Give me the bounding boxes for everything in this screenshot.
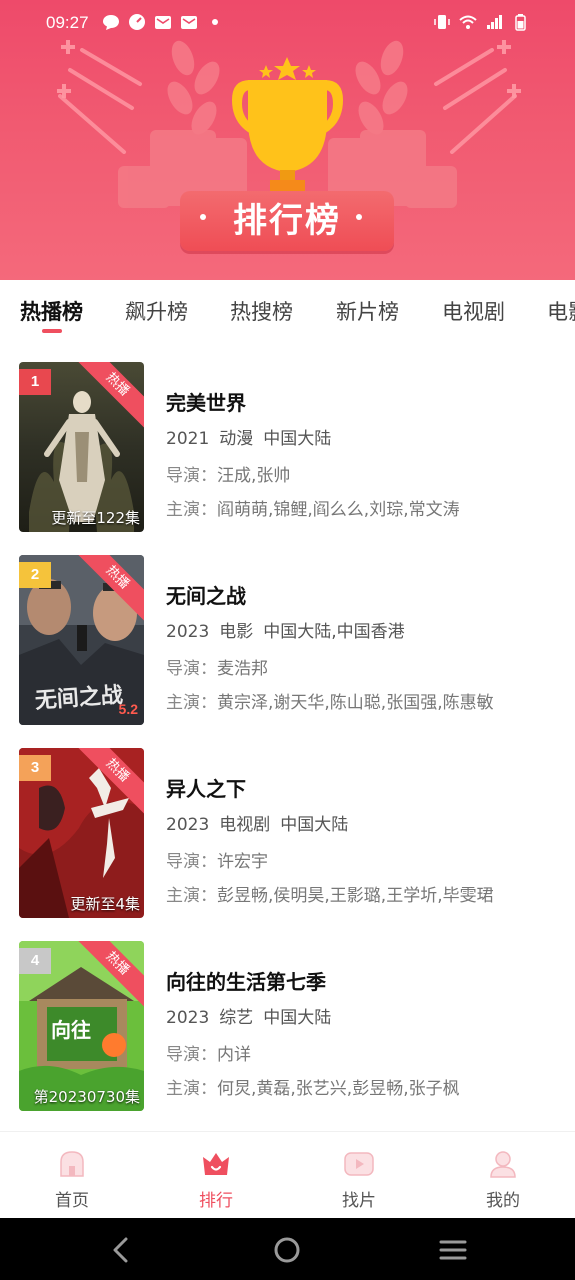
item-year: 2021: [166, 429, 210, 449]
poster[interactable]: 1 热播 更新至122集: [19, 362, 144, 532]
nav-ranking[interactable]: 排行: [176, 1132, 256, 1219]
svg-text:向往: 向往: [51, 1018, 91, 1042]
tab-movies[interactable]: 电影: [547, 296, 575, 326]
item-director: 导演：麦浩邦: [166, 659, 268, 679]
chat-icon: [103, 15, 119, 30]
nav-discover-label: 找片: [342, 1191, 376, 1211]
active-tab-indicator: [42, 329, 62, 333]
item-director: 导演：汪成,张帅: [166, 466, 291, 486]
crown-icon: [203, 1153, 229, 1175]
poster[interactable]: 无间之战 2 热播 5.2: [19, 555, 144, 725]
item-genre: 电视剧: [219, 815, 271, 835]
battery-icon: [515, 14, 526, 31]
nav-profile[interactable]: 我的: [463, 1132, 543, 1219]
list-item[interactable]: 3 热播 更新至4集 异人之下 2023 电视剧 中国大陆 导演：许宏宇 主演：彭昱…: [0, 728, 575, 918]
status-bar: 09:27: [0, 0, 575, 48]
tab-hot-search[interactable]: 热搜榜: [230, 296, 293, 326]
item-meta: 2023 电影 中国大陆,中国香港: [166, 617, 566, 642]
poster[interactable]: 3 热播 更新至4集: [19, 748, 144, 918]
item-genre: 综艺: [219, 1008, 254, 1028]
nav-home-label: 首页: [55, 1191, 89, 1211]
item-region: 中国大陆: [280, 815, 349, 835]
item-region: 中国大陆: [263, 1008, 332, 1028]
item-meta: 2023 电视剧 中国大陆: [166, 810, 566, 835]
tab-hot-play[interactable]: 热播榜: [20, 296, 83, 326]
speed-icon: [129, 14, 145, 30]
item-year: 2023: [166, 1008, 210, 1028]
nav-profile-label: 我的: [486, 1191, 520, 1211]
back-icon[interactable]: [106, 1235, 136, 1265]
item-cast: 主演：彭昱畅,侯明昊,王影璐,王学圻,毕雯珺: [166, 886, 494, 906]
item-year: 2023: [166, 622, 210, 642]
tab-rising[interactable]: 飙升榜: [125, 296, 188, 326]
item-genre: 电影: [219, 622, 254, 642]
play-icon: [344, 1152, 374, 1176]
item-director: 导演：内详: [166, 1045, 251, 1065]
item-title[interactable]: 完美世界: [166, 387, 566, 416]
nav-ranking-label: 排行: [199, 1191, 233, 1211]
rank-badge: 1: [19, 369, 51, 395]
menu-icon[interactable]: [438, 1235, 468, 1265]
item-title[interactable]: 向往的生活第七季: [166, 966, 566, 995]
nav-home[interactable]: 首页: [32, 1132, 112, 1219]
ranking-tabs: 热播榜 飙升榜 热搜榜 新片榜 电视剧 电影: [0, 280, 575, 342]
dot-icon: [212, 19, 218, 25]
item-meta: 2021 动漫 中国大陆: [166, 424, 566, 449]
poster[interactable]: 向往 4 热播 第20230730集: [19, 941, 144, 1111]
ranking-banner: 09:27 排行榜: [0, 0, 575, 280]
update-status: 更新至4集: [70, 895, 140, 913]
tab-tv-series[interactable]: 电视剧: [442, 296, 505, 326]
item-director: 导演：许宏宇: [166, 852, 268, 872]
item-region: 中国大陆: [263, 429, 332, 449]
rank-badge: 4: [19, 948, 51, 974]
item-cast: 主演：黄宗泽,谢天华,陈山聪,张国强,陈惠敏: [166, 693, 494, 713]
list-item[interactable]: 1 热播 更新至122集 完美世界 2021 动漫 中国大陆 导演：汪成,张帅 主演…: [0, 342, 575, 532]
item-region: 中国大陆,中国香港: [263, 622, 405, 642]
signal-icon: [487, 15, 502, 29]
item-title[interactable]: 异人之下: [166, 773, 566, 802]
mail-icon-2: [181, 16, 197, 29]
item-meta: 2023 综艺 中国大陆: [166, 1003, 566, 1028]
mail-icon: [155, 16, 171, 29]
vibrate-icon: [434, 15, 450, 29]
update-status: 第20230730集: [33, 1088, 140, 1106]
nav-discover[interactable]: 找片: [319, 1132, 399, 1219]
home-button-icon[interactable]: [272, 1235, 302, 1265]
status-time: 09:27: [46, 13, 89, 32]
update-status: 更新至122集: [51, 509, 140, 527]
tab-new[interactable]: 新片榜: [336, 296, 399, 326]
score-badge: 5.2: [118, 701, 138, 717]
trophy-icon: [232, 57, 343, 192]
item-year: 2023: [166, 815, 210, 835]
item-title[interactable]: 无间之战: [166, 580, 566, 609]
rank-badge: 2: [19, 562, 51, 588]
bottom-nav: 首页 排行 找片 我的: [0, 1131, 575, 1218]
wifi-icon: [459, 15, 477, 29]
page-title: 排行榜: [233, 201, 341, 241]
list-item[interactable]: 无间之战 2 热播 5.2 无间之战 2023 电影 中国大陆,中国香港 导演：麦浩…: [0, 535, 575, 725]
system-nav-bar: [0, 1218, 575, 1280]
item-cast: 主演：阎萌萌,锦鲤,阎么么,刘琮,常文涛: [166, 500, 460, 520]
item-genre: 动漫: [219, 429, 254, 449]
home-icon: [60, 1151, 84, 1177]
list-item[interactable]: 向往 4 热播 第20230730集 向往的生活第七季 2023 综艺 中国大陆 导…: [0, 921, 575, 1111]
rank-badge: 3: [19, 755, 51, 781]
user-icon: [490, 1151, 516, 1178]
item-cast: 主演：何炅,黄磊,张艺兴,彭昱畅,张子枫: [166, 1079, 460, 1099]
